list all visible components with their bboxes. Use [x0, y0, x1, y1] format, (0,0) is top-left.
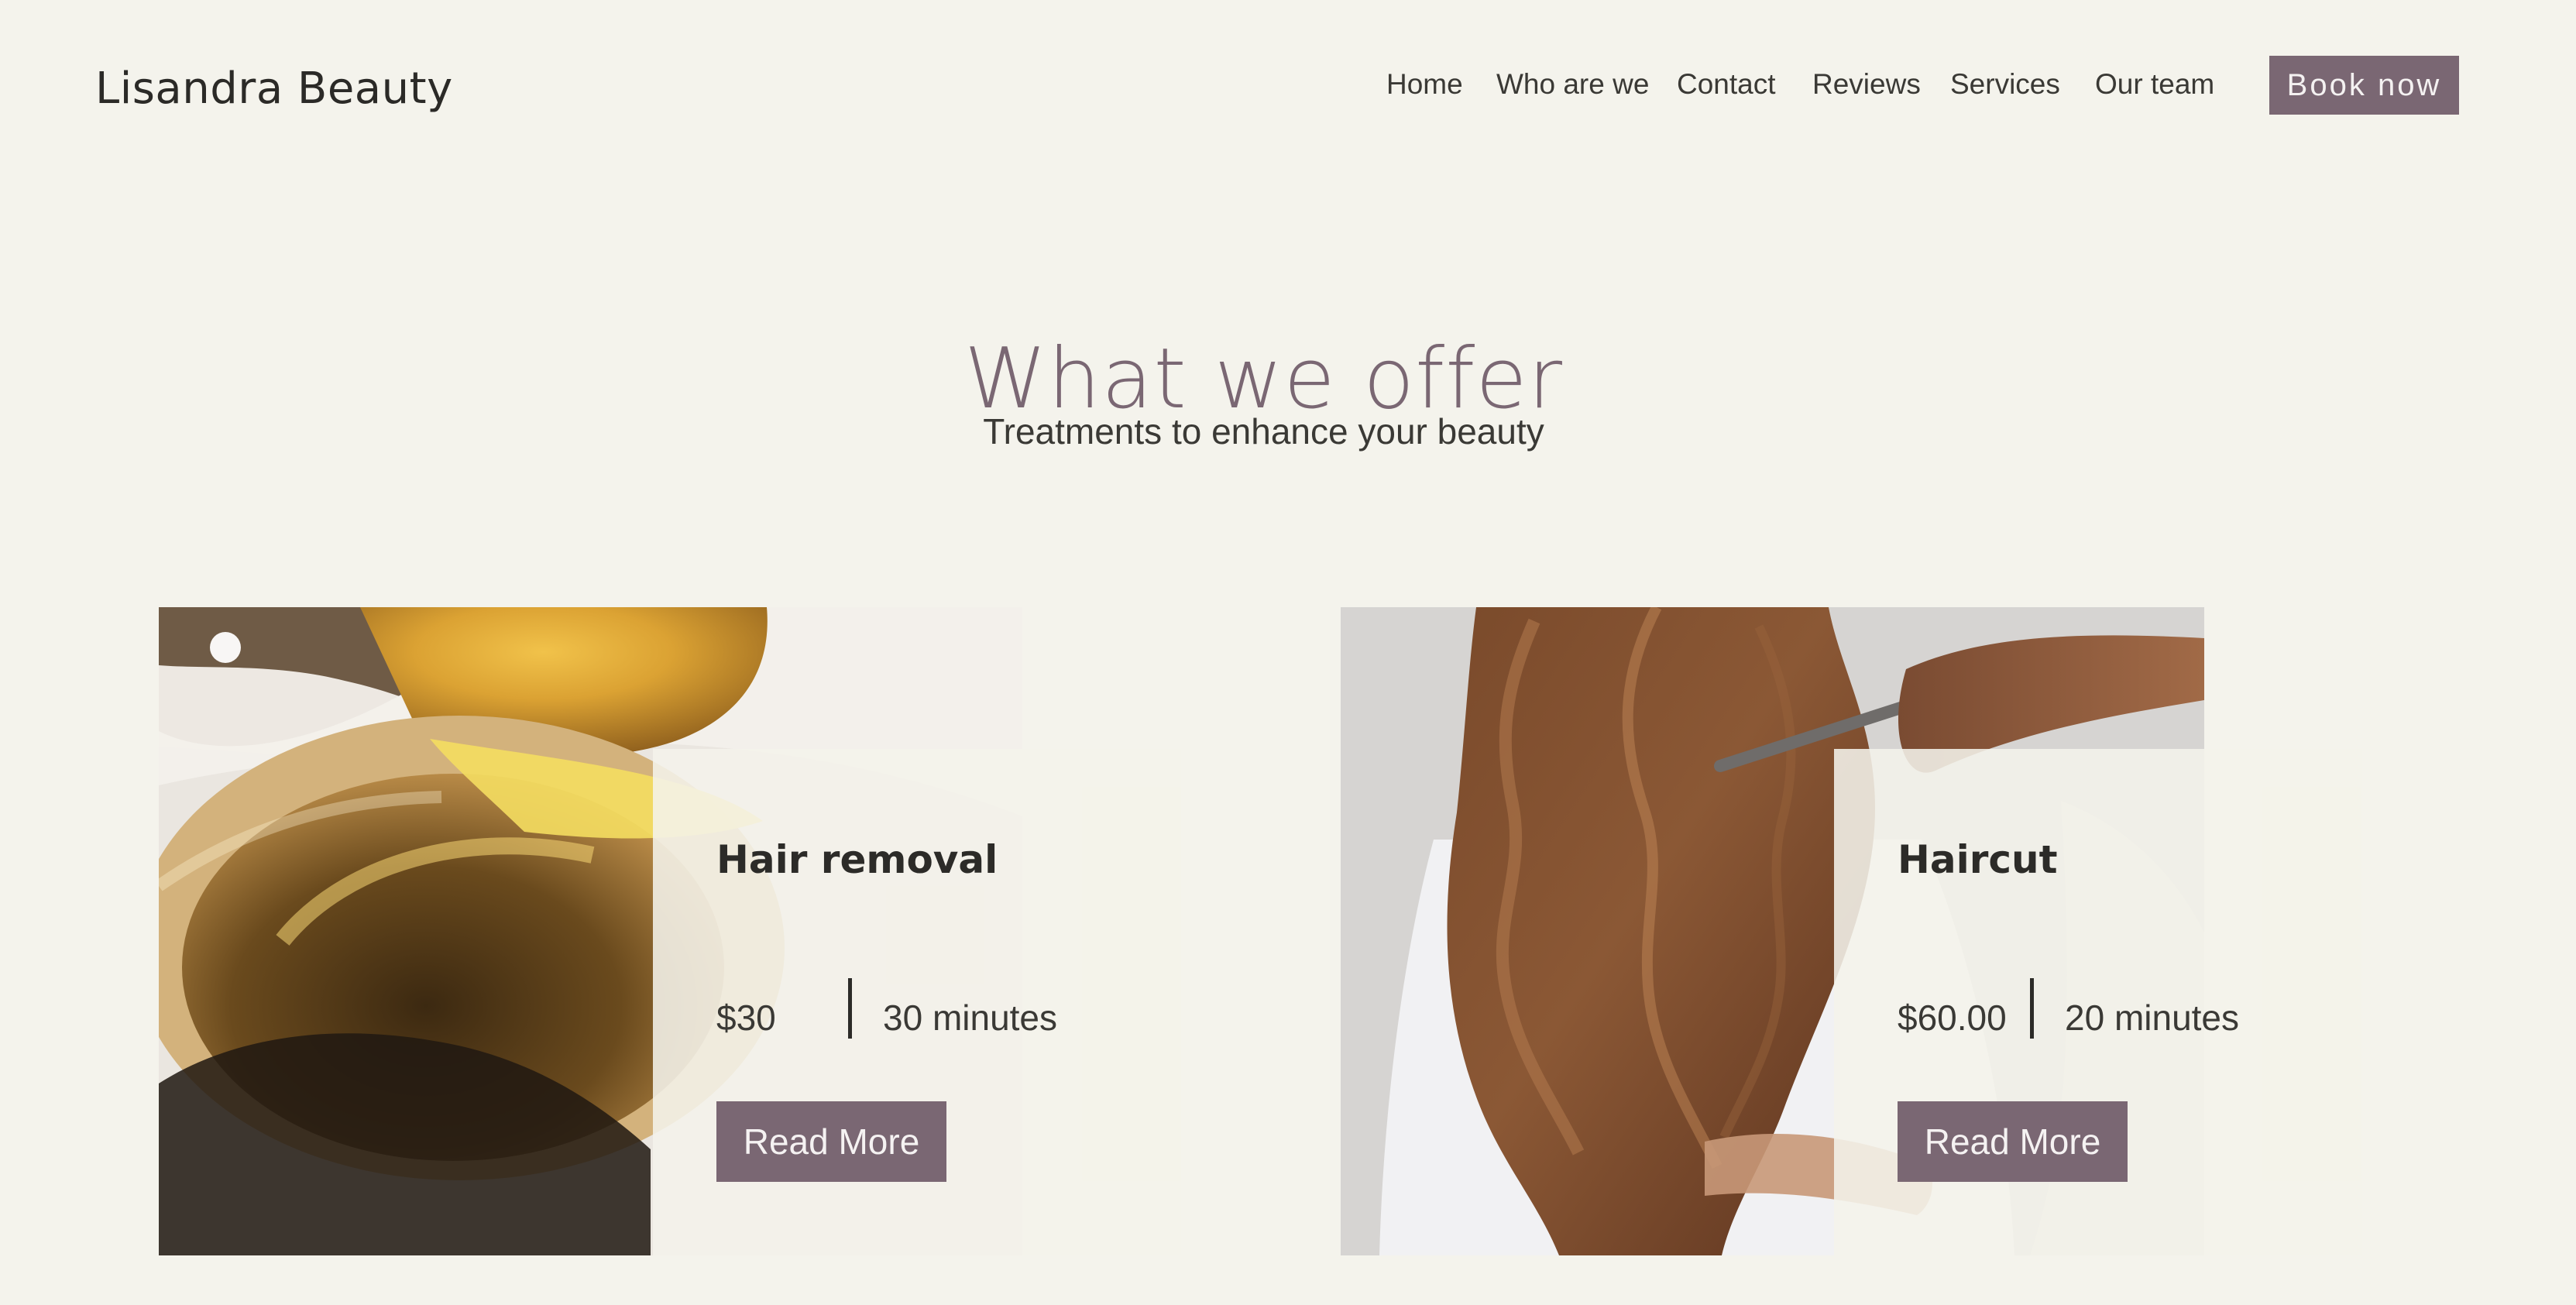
service-card-haircut: Haircut $60.00 20 minutes Read More [1341, 607, 2363, 1255]
service-duration: 20 minutes [2065, 998, 2240, 1038]
service-info-panel: Hair removal $30 30 minutes Read More [653, 749, 1181, 1255]
book-now-button[interactable]: Book now [2269, 56, 2459, 115]
nav-our-team[interactable]: Our team [2095, 68, 2214, 101]
service-price: $60.00 [1898, 998, 2007, 1038]
nav-reviews[interactable]: Reviews [1812, 68, 1921, 101]
read-more-button[interactable]: Read More [716, 1101, 946, 1182]
page-subtitle: Treatments to enhance your beauty [983, 411, 1544, 452]
nav-services[interactable]: Services [1950, 68, 2060, 101]
service-card-hair-removal: Hair removal $30 30 minutes Read More [159, 607, 1189, 1255]
nav-home[interactable]: Home [1386, 68, 1463, 101]
service-title: Haircut [1898, 836, 2058, 882]
service-price: $30 [716, 998, 776, 1038]
price-divider [848, 978, 852, 1039]
brand-logo[interactable]: Lisandra Beauty [95, 64, 453, 114]
service-info-panel: Haircut $60.00 20 minutes Read More [1834, 749, 2362, 1255]
main-navigation: Home Who are we Contact Reviews Services… [1348, 56, 2576, 115]
nav-contact[interactable]: Contact [1677, 68, 1776, 101]
service-title: Hair removal [716, 836, 998, 882]
nav-who-are-we[interactable]: Who are we [1496, 68, 1649, 101]
price-divider [2030, 978, 2034, 1039]
read-more-button[interactable]: Read More [1898, 1101, 2128, 1182]
service-duration: 30 minutes [883, 998, 1058, 1038]
